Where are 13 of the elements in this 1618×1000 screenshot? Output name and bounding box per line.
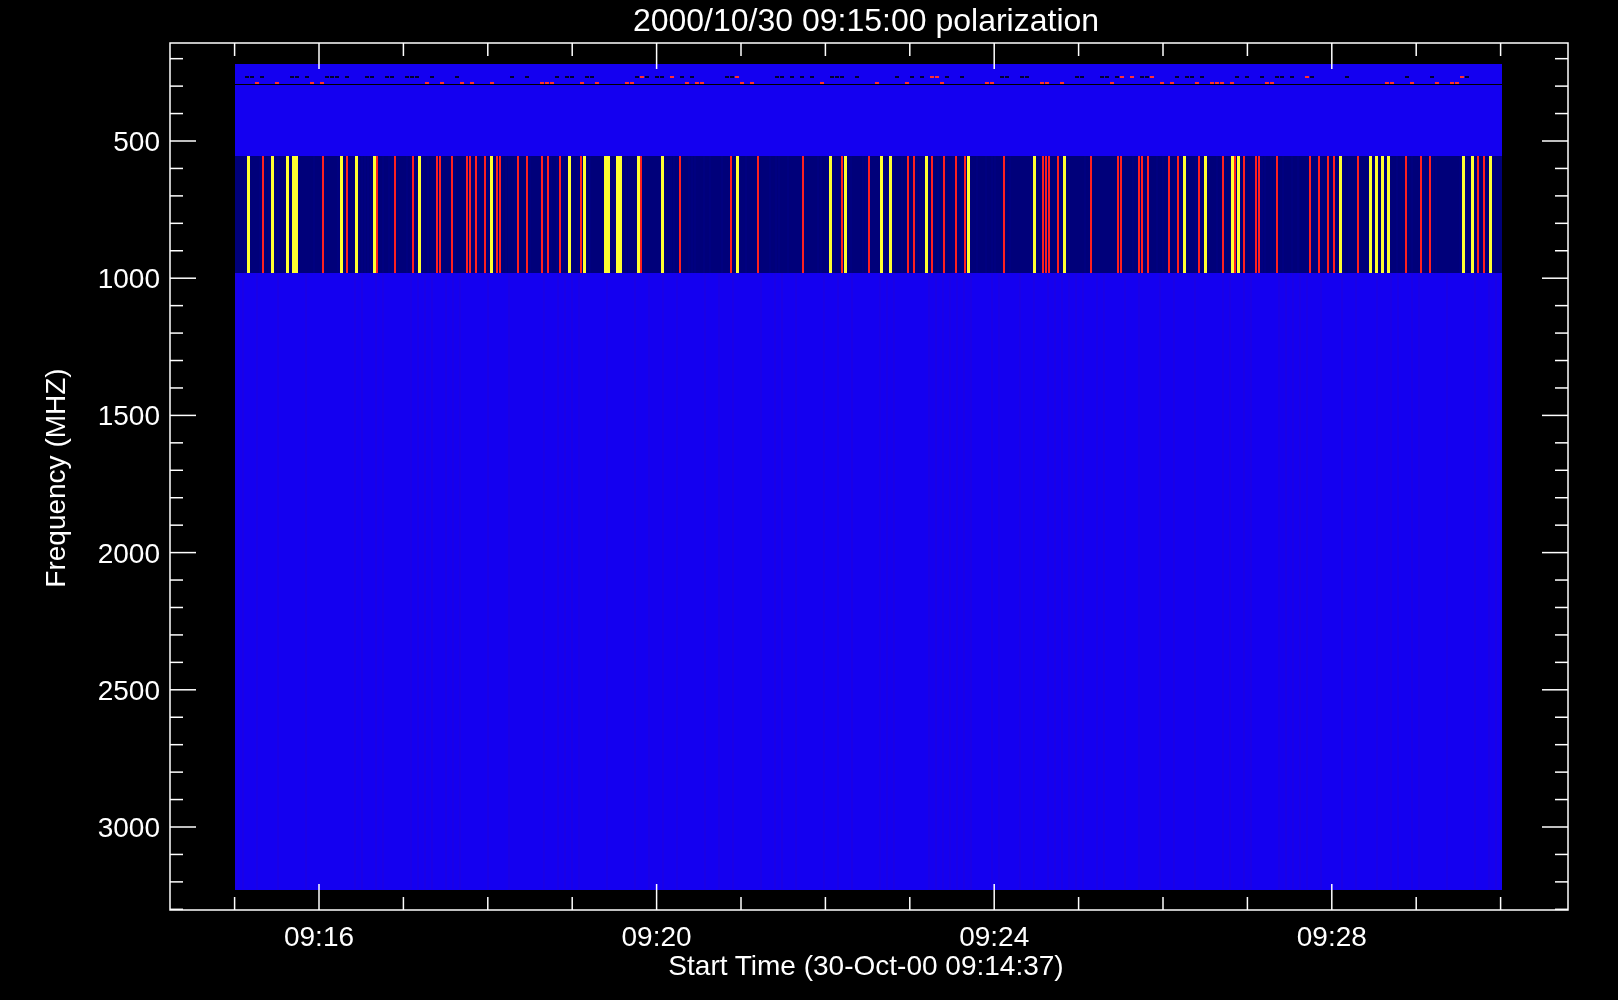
x-tick-label: 09:24	[959, 921, 1030, 952]
y-tick-label: 500	[113, 126, 160, 157]
y-tick-label: 1500	[97, 400, 160, 432]
y-tick-label: 2500	[97, 674, 160, 706]
y-axis-label: Frequency (MHZ)	[40, 368, 71, 588]
x-tick-label: 09:16	[283, 921, 355, 952]
plot-title: 2000/10/30 09:15:00 polarization	[632, 2, 1100, 38]
y-tick-label: 1000	[97, 263, 160, 295]
x-axis-label: Start Time (30-Oct-00 09:14:37)	[668, 950, 1064, 981]
y-tick-label: 2000	[97, 537, 160, 569]
y-tick-label: 3000	[97, 812, 160, 843]
x-tick-label: 09:20	[621, 921, 692, 952]
x-tick-label: 09:28	[1296, 921, 1367, 952]
